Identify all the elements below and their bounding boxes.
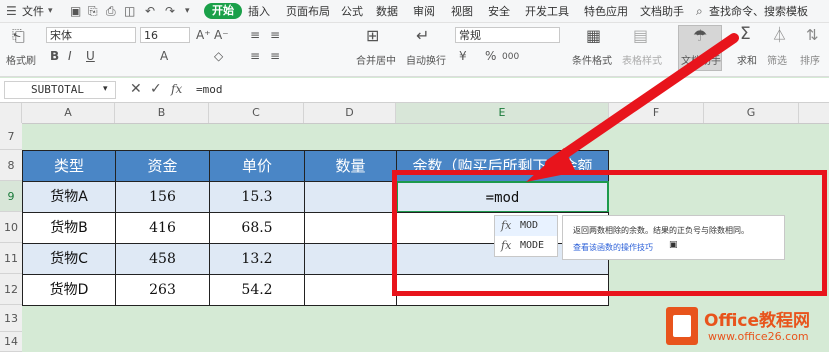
pointer-arrow (526, 33, 739, 182)
watermark-brand: Office教程网 (704, 311, 811, 331)
watermark-logo: Office教程网 www.office26.com (664, 303, 826, 349)
watermark-url: www.office26.com (708, 330, 809, 343)
office-logo-mark (673, 315, 691, 337)
